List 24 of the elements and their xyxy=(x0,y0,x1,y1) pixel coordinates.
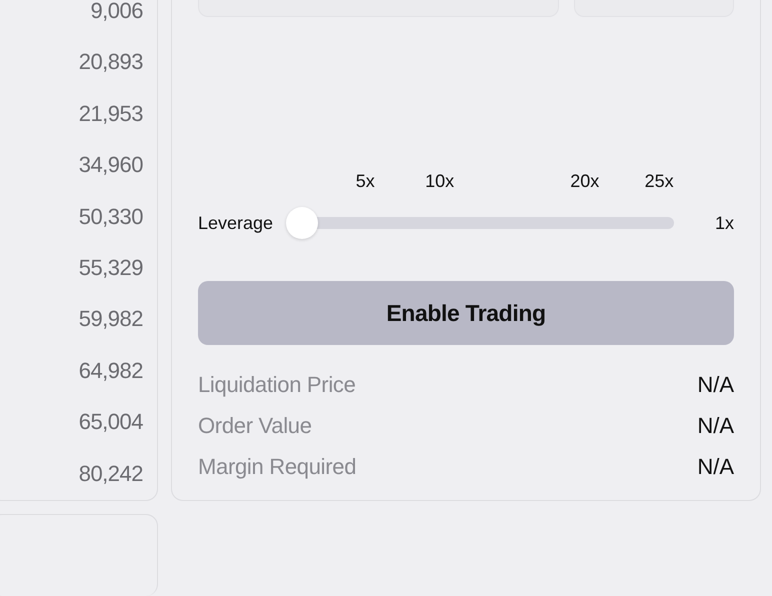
leverage-slider[interactable] xyxy=(286,207,674,239)
summary-value: N/A xyxy=(697,412,734,439)
leverage-tick-label: 10x xyxy=(425,171,454,192)
slider-thumb[interactable] xyxy=(286,207,318,239)
leverage-tick-label: 20x xyxy=(570,171,600,192)
leverage-value: 1x xyxy=(714,212,734,234)
order-book-value: 65,004 xyxy=(78,409,143,436)
summary-value: N/A xyxy=(697,371,734,398)
summary-label: Order Value xyxy=(198,412,312,439)
leverage-tick-label: 5x xyxy=(356,171,375,192)
summary-label: Margin Required xyxy=(198,453,356,480)
leverage-tick-label: 25x xyxy=(644,171,674,192)
leverage-label: Leverage xyxy=(198,212,274,234)
order-book-value: 20,893 xyxy=(78,49,143,76)
summary-value: N/A xyxy=(697,453,734,480)
order-book-value: 34,960 xyxy=(78,152,143,178)
order-book-value: 9,006 xyxy=(90,0,143,24)
summary-label: Liquidation Price xyxy=(198,371,356,398)
order-book-value: 55,329 xyxy=(78,254,143,281)
order-book-value: 50,330 xyxy=(78,204,143,230)
order-book-value: 64,982 xyxy=(78,358,143,384)
order-book-value: 80,242 xyxy=(78,460,143,487)
order-book-value: 21,953 xyxy=(78,100,143,127)
order-book-value: 59,982 xyxy=(78,306,143,332)
